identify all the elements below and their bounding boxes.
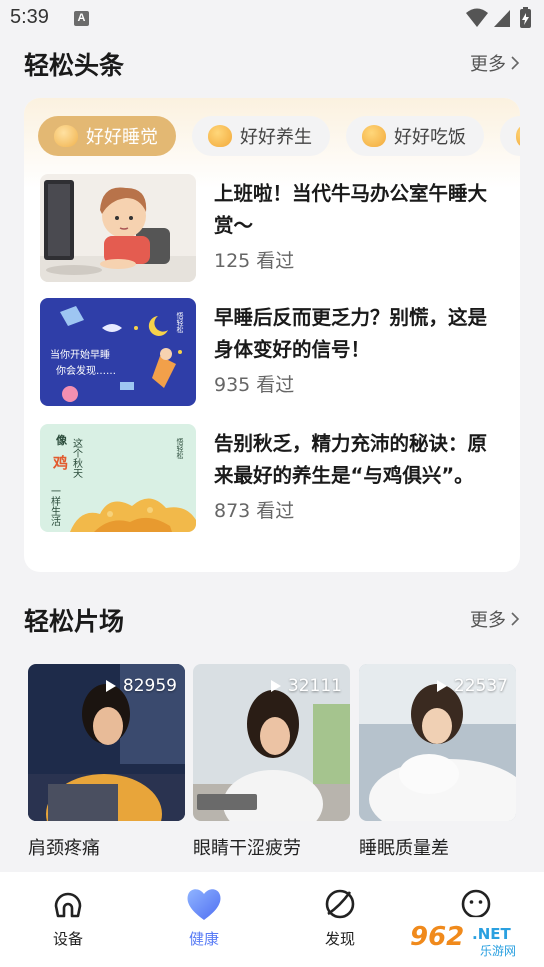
thumb-word-1: 像 (56, 433, 68, 447)
chip-health[interactable]: 好好养生 (192, 116, 330, 156)
egg-icon (54, 125, 78, 147)
video-label[interactable]: 肩颈疼痛 (28, 834, 100, 860)
video-label[interactable]: 睡眠质量差 (359, 834, 449, 860)
autumn-living-illustration: 像 鸡 一样生活 这个秋天 悟轻松 (40, 424, 196, 532)
chip-label: 好好养生 (240, 127, 312, 148)
play-count-value: 82959 (122, 676, 177, 696)
play-icon (436, 680, 447, 692)
more-label: 更多 (470, 610, 506, 631)
video-label[interactable]: 眼睛干涩疲劳 (193, 834, 301, 860)
egg-icon (362, 125, 386, 147)
play-count: 22537 (436, 676, 508, 696)
chip-sleep[interactable]: 好好睡觉 (38, 116, 176, 156)
chip-food[interactable]: 好好吃饭 (346, 116, 484, 156)
news-views: 873 看过 (214, 500, 295, 522)
category-chips: 好好睡觉 好好养生 好好吃饭 (38, 116, 520, 158)
play-icon (105, 680, 116, 692)
news-item[interactable]: 当你开始早睡 你会发现…… 悟轻松 早睡后反而更乏力？别慌，这是身体变好的信号！… (40, 298, 506, 406)
egg-icon (208, 125, 232, 147)
chevron-right-icon (511, 56, 520, 70)
play-count: 32111 (270, 676, 342, 696)
device-icon (54, 892, 82, 918)
thumb-tag: 悟轻松 (176, 311, 184, 334)
tab-label: 发现 (324, 930, 355, 948)
thumb-tag: 悟轻松 (176, 437, 184, 460)
chevron-right-icon (511, 612, 520, 626)
thumb-caption: 当你开始早睡 (50, 348, 110, 361)
news-title: 告别秋乏，精力充沛的秘诀：原来最好的养生是“与鸡俱兴”。 (214, 432, 488, 487)
news-views: 125 看过 (214, 250, 295, 272)
thumb-word-4: 这个秋天 (71, 437, 83, 479)
tab-device[interactable]: 设备 (28, 884, 108, 949)
news-title: 上班啦！当代牛马办公室午睡大赏～ (214, 182, 488, 237)
chip-more[interactable] (500, 116, 520, 156)
chip-label: 好好吃饭 (394, 127, 466, 148)
news-item[interactable]: 上班啦！当代牛马办公室午睡大赏～ 125 看过 (40, 174, 506, 282)
news-title: 早睡后反而更乏力？别慌，这是身体变好的信号！ (214, 306, 488, 361)
news-thumbnail: 像 鸡 一样生活 这个秋天 悟轻松 (40, 424, 196, 532)
early-sleep-illustration: 当你开始早睡 你会发现…… 悟轻松 (40, 298, 196, 406)
headlines-more-link[interactable]: 更多 (470, 50, 520, 76)
thumb-caption-2: 你会发现…… (56, 364, 116, 377)
site-watermark-logo: 962 .NET 乐游网 (406, 917, 538, 959)
video-card[interactable]: 32111 (193, 664, 350, 821)
headlines-card: 好好睡觉 好好养生 好好吃饭 上班啦！当代牛马办公室午睡大赏～ 125 看过 当… (24, 98, 520, 572)
news-views: 935 看过 (214, 374, 295, 396)
headlines-section-title: 轻松头条 (24, 51, 125, 80)
thumb-word-3: 一样生活 (49, 486, 61, 527)
tab-label: 设备 (52, 930, 83, 948)
more-label: 更多 (470, 54, 506, 75)
videos-section-title: 轻松片场 (24, 607, 125, 636)
tab-discover[interactable]: 发现 (300, 884, 380, 949)
egg-icon (516, 125, 520, 147)
play-icon (270, 680, 281, 692)
svg-text:962: 962 (410, 922, 464, 952)
thumb-word-2: 鸡 (52, 454, 68, 472)
office-nap-illustration (40, 174, 196, 282)
chip-label: 好好睡觉 (86, 127, 158, 148)
system-status-icons (466, 7, 531, 28)
svg-text:.NET: .NET (472, 925, 511, 943)
videos-more-link[interactable]: 更多 (470, 606, 520, 632)
video-card[interactable]: 22537 (359, 664, 516, 821)
news-thumbnail (40, 174, 196, 282)
news-item[interactable]: 像 鸡 一样生活 这个秋天 悟轻松 告别秋乏，精力充沛的秘诀：原来最好的养生是“… (40, 424, 506, 532)
video-list: 82959 32111 22537 肩颈疼痛 眼睛干涩疲劳 睡眠质量差 (28, 664, 518, 864)
heart-icon (187, 889, 221, 920)
video-card[interactable]: 82959 (28, 664, 185, 821)
svg-text:乐游网: 乐游网 (480, 944, 516, 958)
discover-icon (325, 889, 355, 919)
tab-label: 健康 (188, 930, 219, 948)
play-count-value: 22537 (453, 676, 508, 696)
tab-health[interactable]: 健康 (164, 884, 244, 949)
news-thumbnail: 当你开始早睡 你会发现…… 悟轻松 (40, 298, 196, 406)
play-count-value: 32111 (287, 676, 342, 696)
play-count: 82959 (105, 676, 177, 696)
notification-icon: A (74, 11, 89, 26)
status-time: 5:39 (10, 6, 49, 28)
status-bar: 5:39 A (0, 0, 544, 36)
